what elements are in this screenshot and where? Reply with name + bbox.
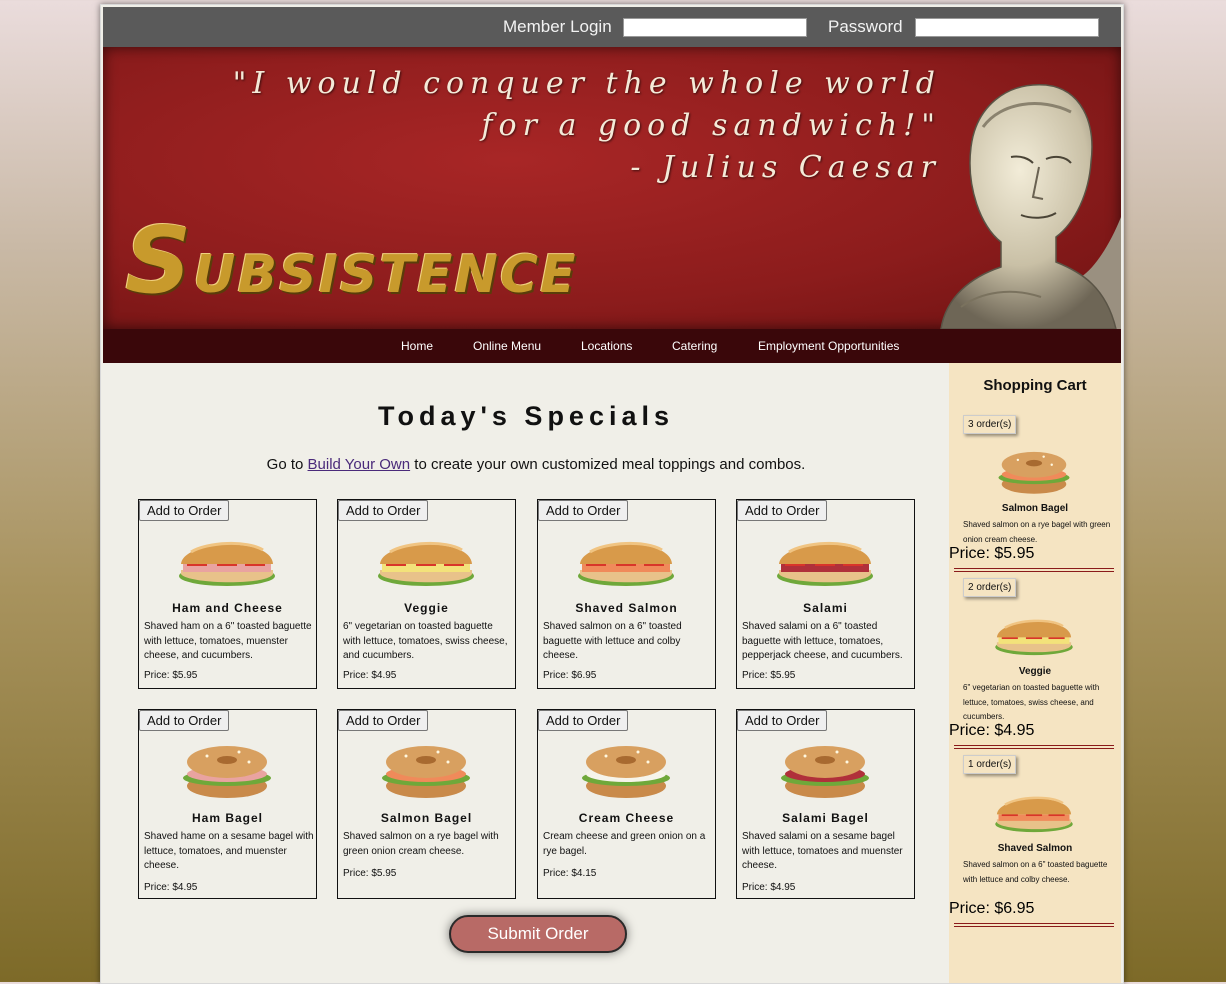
special-price: Price: $5.95 <box>144 670 198 681</box>
add-to-order-button[interactable]: Add to Order <box>338 710 429 731</box>
sandwich-image <box>576 740 676 802</box>
cart-title: Shopping Cart <box>983 377 1087 394</box>
sandwich-image <box>376 530 476 592</box>
nav-home[interactable]: Home <box>401 339 433 353</box>
login-bar: Member Login Password <box>103 7 1121 47</box>
cart-quantity-badge: 1 order(s) <box>963 755 1017 774</box>
sandwich-image <box>376 740 476 802</box>
page-title: Today's Specials <box>377 401 674 431</box>
special-name: Salmon Bagel <box>380 811 473 825</box>
logo-initial: S <box>125 207 194 314</box>
special-name: Salami Bagel <box>782 811 869 825</box>
cart-quantity-badge: 3 order(s) <box>963 415 1017 434</box>
add-to-order-button[interactable]: Add to Order <box>737 710 828 731</box>
special-description: Shaved salmon on a 6" toasted baguette w… <box>543 621 682 661</box>
quote-line-2: for a good sandwich!" <box>481 108 941 143</box>
special-name: Veggie <box>404 601 449 615</box>
special-card: Add to Order Veggie 6" vegetarian on toast… <box>337 499 516 689</box>
main-nav: Home Online Menu Locations Catering Empl… <box>103 329 1121 363</box>
special-price: Price: $4.95 <box>144 882 198 893</box>
special-card: Add to Order Cream Cheese Cream cheese and… <box>537 709 716 899</box>
cart-item-image <box>989 787 1079 837</box>
sandwich-image <box>775 740 875 802</box>
add-to-order-button[interactable]: Add to Order <box>538 710 629 731</box>
quote-line-1: "I would conquer the whole world <box>232 66 941 101</box>
main-content: Today's Specials Go to Build Your Own to… <box>103 363 949 983</box>
special-price: Price: $4.95 <box>343 670 397 681</box>
add-to-order-button[interactable]: Add to Order <box>338 500 429 521</box>
special-card: Add to Order Ham and Cheese Shaved ham on … <box>138 499 317 689</box>
special-card: Add to Order Salmon Bagel Shaved salmon on… <box>337 709 516 899</box>
member-login-input[interactable] <box>623 18 807 37</box>
special-description: Shaved ham on a 6" toasted baguette with… <box>144 621 312 661</box>
cart-divider <box>954 745 1114 749</box>
cart-item-name: Veggie <box>1018 666 1052 677</box>
sandwich-image <box>576 530 676 592</box>
sandwich-image <box>177 530 277 592</box>
cart-item-name: Shaved Salmon <box>997 843 1073 854</box>
quote-line-3: - Julius Caesar <box>630 150 941 185</box>
special-description: Shaved salami on a sesame bagel with let… <box>742 831 903 871</box>
build-your-own-link[interactable]: Build Your Own <box>308 456 411 473</box>
special-description: Shaved salmon on a rye bagel with green … <box>343 831 499 857</box>
password-input[interactable] <box>915 18 1099 37</box>
banner: "I would conquer the whole world for a g… <box>103 47 1121 329</box>
nav-employment[interactable]: Employment Opportunities <box>758 339 899 353</box>
add-to-order-button[interactable]: Add to Order <box>737 500 828 521</box>
add-to-order-button[interactable]: Add to Order <box>139 500 230 521</box>
intro-before: Go to <box>266 456 308 473</box>
cart-divider <box>954 923 1114 927</box>
special-name: Cream Cheese <box>578 811 675 825</box>
nav-catering[interactable]: Catering <box>672 339 717 353</box>
special-price: Price: $5.95 <box>343 868 397 879</box>
special-description: Cream cheese and green onion on a rye ba… <box>543 831 706 857</box>
nav-online-menu[interactable]: Online Menu <box>473 339 541 353</box>
shopping-cart: Shopping Cart 3 order(s) Salmon Bagel Shav… <box>949 363 1121 983</box>
special-name: Ham Bagel <box>191 811 264 825</box>
cart-item-description: Shaved salmon on a rye bagel with green … <box>963 520 1111 544</box>
sandwich-image <box>775 530 875 592</box>
special-name: Salami <box>803 601 848 615</box>
submit-order-button[interactable]: Submit Order <box>449 915 627 953</box>
intro-after: to create your own customized meal toppi… <box>410 456 806 473</box>
special-price: Price: $5.95 <box>742 670 796 681</box>
cart-item-name: Salmon Bagel <box>1001 503 1069 514</box>
special-card: Add to Order Salami Bagel Shaved salami on… <box>736 709 915 899</box>
special-description: Shaved salami on a 6" toasted baguette w… <box>742 621 903 661</box>
cart-item-description: 6" vegetarian on toasted baguette with l… <box>963 683 1100 721</box>
sandwich-image <box>177 740 277 802</box>
special-price: Price: $6.95 <box>543 670 597 681</box>
special-description: Shaved hame on a sesame bagel with lettu… <box>144 831 314 871</box>
caesar-bust-image <box>940 84 1121 329</box>
cart-item-price: Price: $6.95 <box>949 900 1035 917</box>
special-price: Price: $4.15 <box>543 868 597 879</box>
cart-item-price: Price: $4.95 <box>949 722 1035 739</box>
logo: SUBSISTENCE <box>125 207 578 314</box>
intro-text: Go to Build Your Own to create your own … <box>103 456 969 473</box>
cart-item-price: Price: $5.95 <box>949 545 1035 562</box>
special-price: Price: $4.95 <box>742 882 796 893</box>
cart-item-description: Shaved salmon on a 6" toasted baguette w… <box>963 860 1108 884</box>
special-card: Add to Order Ham Bagel Shaved hame on a se… <box>138 709 317 899</box>
cart-quantity-badge: 2 order(s) <box>963 578 1017 597</box>
member-login-label: Member Login <box>503 17 612 36</box>
add-to-order-button[interactable]: Add to Order <box>139 710 230 731</box>
password-label: Password <box>828 17 903 36</box>
nav-locations[interactable]: Locations <box>581 339 632 353</box>
special-name: Ham and Cheese <box>172 601 283 615</box>
special-name: Shaved Salmon <box>575 601 678 615</box>
special-card: Add to Order Salami Shaved salami on a 6" … <box>736 499 915 689</box>
cart-item-image <box>989 447 1079 497</box>
add-to-order-button[interactable]: Add to Order <box>538 500 629 521</box>
banner-quote: "I would conquer the whole world for a g… <box>233 63 941 189</box>
special-description: 6" vegetarian on toasted baguette with l… <box>343 621 508 661</box>
cart-item-image <box>989 610 1079 660</box>
cart-divider <box>954 568 1114 572</box>
logo-rest: UBSISTENCE <box>193 245 578 305</box>
page: Member Login Password "I would conquer t… <box>100 4 1124 984</box>
special-card: Add to Order Shaved Salmon Shaved salmon o… <box>537 499 716 689</box>
